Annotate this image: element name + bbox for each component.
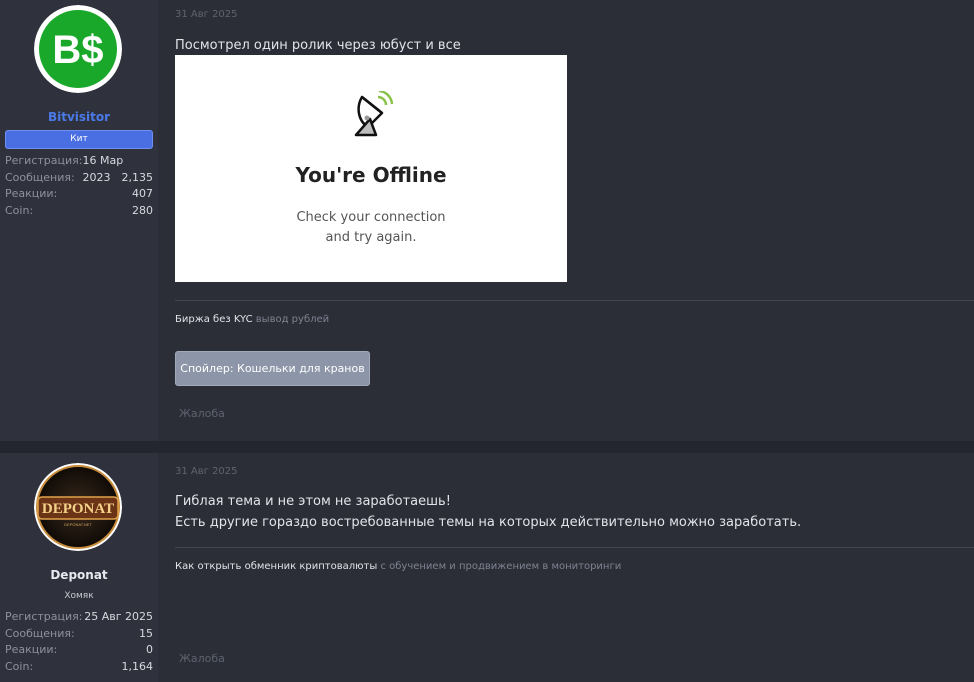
signature-link[interactable]: вывод рублей: [256, 314, 329, 325]
post-bitvisitor: B$ Bitvisitor Кит Регистрация: 16 Мар 20…: [0, 0, 974, 441]
signature: Как открыть обменник криптовалюты с обуч…: [175, 561, 621, 572]
user-stats: Регистрация: 16 Мар 2023 Сообщения: 2,13…: [5, 153, 153, 219]
embed-subtitle: Check your connection and try again.: [296, 210, 446, 245]
report-link[interactable]: Жалоба: [179, 652, 225, 665]
stat-registration: Регистрация: 16 Мар 2023: [5, 154, 124, 184]
avatar[interactable]: DEPONAT DEPONAT.NET: [34, 463, 122, 551]
signature-divider: [175, 300, 974, 301]
avatar-text: B$: [52, 28, 103, 72]
embed-title: You're Offline: [295, 163, 447, 187]
post-message: Посмотрел один ролик через юбуст и все: [175, 38, 461, 53]
signature-text: Как открыть обменник криптовалюты: [175, 561, 378, 572]
username[interactable]: Deponat: [0, 568, 158, 582]
stat-reactions: Реакции: 0: [5, 643, 153, 656]
satellite-dish-icon: [354, 91, 394, 137]
rank-title: Хомяк: [64, 591, 94, 601]
post-content: 31 Авг 2025 Посмотрел один ролик через ю…: [175, 0, 974, 441]
stat-reactions: Реакции: 407: [5, 187, 153, 200]
username[interactable]: Bitvisitor: [0, 110, 158, 124]
signature-text: Биржа без KYC: [175, 314, 253, 325]
signature-link[interactable]: с обучением и продвижением в мониторинги: [380, 561, 621, 572]
stat-messages: Сообщения: 15: [5, 626, 153, 640]
avatar-text: DEPONAT: [42, 501, 114, 517]
user-info-panel: DEPONAT DEPONAT.NET Deponat Хомяк Регист…: [0, 453, 158, 682]
report-link[interactable]: Жалоба: [179, 407, 225, 420]
post-content: 31 Авг 2025 Гиблая тема и не этом не зар…: [175, 453, 974, 682]
avatar[interactable]: B$: [34, 5, 122, 93]
user-info-panel: B$ Bitvisitor Кит Регистрация: 16 Мар 20…: [0, 0, 158, 441]
stat-messages: Сообщения: 2,135: [5, 170, 153, 184]
user-stats: Регистрация: 25 Авг 2025 Сообщения: 15 Р…: [5, 609, 153, 675]
rank-badge: Кит: [5, 130, 153, 149]
spoiler-button[interactable]: Спойлер: Кошельки для кранов: [175, 351, 370, 386]
stat-registration: Регистрация: 25 Авг 2025: [5, 610, 153, 623]
avatar-subtext: DEPONAT.NET: [64, 522, 92, 527]
video-embed-offline[interactable]: You're Offline Check your connection and…: [175, 55, 567, 282]
post-separator: [0, 441, 974, 453]
stat-coin: Coin: 1,164: [5, 659, 153, 673]
signature: Биржа без KYC вывод рублей: [175, 314, 329, 325]
post-date[interactable]: 31 Авг 2025: [175, 9, 238, 20]
post-date[interactable]: 31 Авг 2025: [175, 466, 238, 477]
signature-divider: [175, 547, 974, 548]
post-deponat: DEPONAT DEPONAT.NET Deponat Хомяк Регист…: [0, 453, 974, 682]
stat-coin: Coin: 280: [5, 203, 153, 217]
post-message: Гиблая тема и не этом не заработаешь! Ес…: [175, 494, 802, 530]
